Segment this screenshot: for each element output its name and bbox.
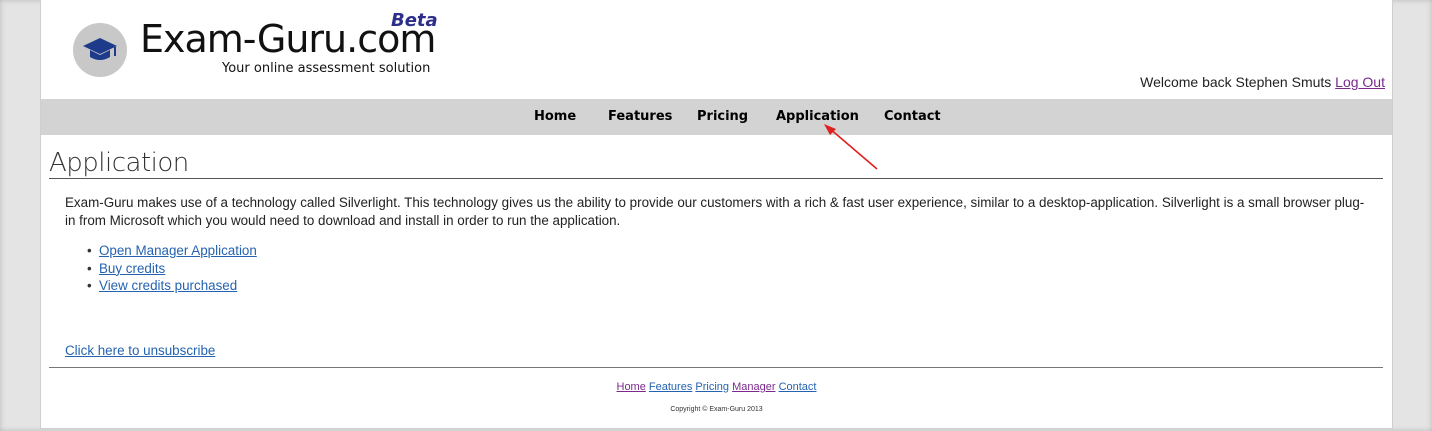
- intro-paragraph: Exam-Guru makes use of a technology call…: [65, 195, 1365, 228]
- tagline: Your online assessment solution: [222, 61, 431, 76]
- footer-link-pricing[interactable]: Pricing: [695, 381, 729, 393]
- beta-badge: Beta: [391, 10, 438, 31]
- buy-credits-link[interactable]: Buy credits: [99, 261, 165, 276]
- copyright: Copyright © Exam-Guru 2013: [670, 406, 763, 413]
- open-manager-link[interactable]: Open Manager Application: [99, 243, 257, 258]
- welcome-text: Welcome back Stephen Smuts: [1140, 74, 1332, 90]
- logout-link[interactable]: Log Out: [1335, 74, 1385, 90]
- view-credits-link[interactable]: View credits purchased: [99, 278, 237, 293]
- bullet: •: [87, 260, 92, 276]
- nav-item-contact[interactable]: Contact: [884, 109, 941, 124]
- footer-link-home[interactable]: Home: [617, 381, 646, 393]
- list-item: • Open Manager Application: [87, 242, 257, 260]
- nav-item-pricing[interactable]: Pricing: [697, 109, 748, 124]
- annotation-arrow: [824, 124, 878, 170]
- bullet: •: [87, 243, 92, 258]
- footer-link-contact[interactable]: Contact: [779, 381, 817, 393]
- page-title: Application: [49, 148, 189, 178]
- footer-link-manager[interactable]: Manager: [732, 381, 775, 393]
- nav-item-home[interactable]: Home: [534, 109, 576, 124]
- nav-item-features[interactable]: Features: [608, 109, 672, 124]
- main-nav: Home Features Pricing Application Contac…: [41, 99, 1392, 135]
- page: Exam-Guru.com Beta Your online assessmen…: [40, 0, 1393, 429]
- list-item: • View credits purchased: [87, 277, 257, 295]
- application-links: • Open Manager Application • Buy credits…: [87, 242, 257, 295]
- bullet: •: [87, 278, 92, 293]
- unsubscribe-container: Click here to unsubscribe: [65, 343, 215, 358]
- footer-divider: [49, 367, 1383, 368]
- welcome-message: Welcome back Stephen Smuts Log Out: [1140, 74, 1385, 90]
- footer-link-features[interactable]: Features: [649, 381, 692, 393]
- title-divider: [49, 178, 1383, 179]
- logo[interactable]: [73, 23, 127, 77]
- graduation-cap-icon: [83, 38, 117, 60]
- list-item: • Buy credits: [87, 260, 257, 278]
- unsubscribe-link[interactable]: Click here to unsubscribe: [65, 343, 215, 358]
- footer-nav: Home Features Pricing Manager Contact: [41, 381, 1392, 393]
